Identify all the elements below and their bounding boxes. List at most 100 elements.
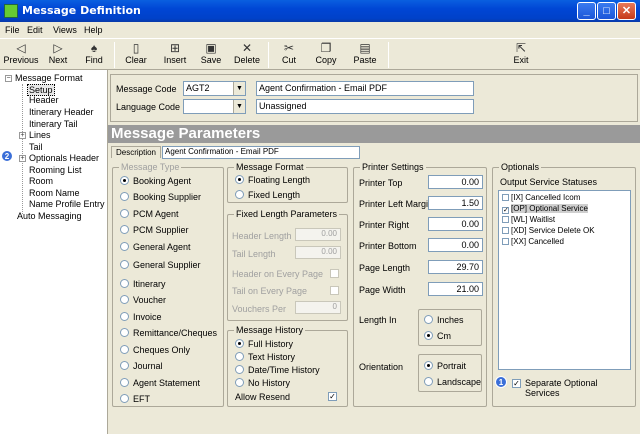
radio-date-time-history[interactable]: Date/Time History — [235, 365, 320, 375]
status-item-op[interactable]: ✓ [OP] Optional Service — [502, 204, 588, 214]
tree-item-auto-messaging[interactable]: Auto Messaging — [17, 211, 82, 221]
status-label: [XX] Cancelled — [511, 237, 564, 246]
status-checkbox[interactable] — [502, 216, 509, 223]
radio-cheques-only[interactable]: Cheques Only — [120, 345, 190, 355]
status-checkbox[interactable] — [502, 238, 509, 245]
radio-eft[interactable]: EFT — [120, 394, 150, 404]
tree-item-lines[interactable]: Lines — [29, 130, 51, 140]
status-checkbox[interactable] — [502, 227, 509, 234]
previous-label: Previous — [3, 55, 39, 65]
vouchers-per-input[interactable]: 0 — [295, 301, 341, 314]
radio-remittance-cheques[interactable]: Remittance/Cheques — [120, 328, 217, 338]
radio-landscape[interactable]: Landscape — [424, 377, 481, 387]
description-field[interactable]: Agent Confirmation - Email PDF — [162, 146, 360, 159]
menu-file[interactable]: File — [5, 25, 20, 35]
copy-button[interactable]: ❐ Copy — [310, 40, 342, 70]
radio-indicator — [424, 377, 433, 386]
tree-item-optionals-header[interactable]: Optionals Header — [29, 153, 99, 163]
menu-help[interactable]: Help — [84, 25, 103, 35]
tree-item-header[interactable]: Header — [29, 95, 59, 105]
radio-portrait[interactable]: Portrait — [424, 361, 466, 371]
insert-button[interactable]: ⊞ Insert — [158, 40, 192, 70]
message-code-description[interactable]: Agent Confirmation - Email PDF — [256, 81, 474, 96]
tail-length-input[interactable]: 0.00 — [295, 246, 341, 259]
collapse-icon[interactable]: − — [5, 75, 12, 82]
radio-text-history[interactable]: Text History — [235, 352, 295, 362]
header-length-input[interactable]: 0.00 — [295, 228, 341, 241]
radio-booking-agent[interactable]: Booking Agent — [120, 176, 191, 186]
delete-button[interactable]: ✕ Delete — [230, 40, 264, 70]
chevron-down-icon[interactable]: ▼ — [233, 100, 245, 113]
paste-button[interactable]: ▤ Paste — [348, 40, 382, 70]
radio-indicator — [235, 175, 244, 184]
radio-full-history[interactable]: Full History — [235, 339, 293, 349]
header-every-page-checkbox[interactable] — [330, 269, 339, 278]
radio-floating-length[interactable]: Floating Length — [235, 175, 310, 185]
tree-item-room-name[interactable]: Room Name — [29, 188, 80, 198]
tab-description[interactable]: Description — [111, 146, 161, 158]
find-button[interactable]: ♠ Find — [78, 40, 110, 70]
exit-button[interactable]: ⇱ Exit — [506, 40, 536, 70]
length-in-label: Length In — [359, 315, 397, 325]
maximize-button[interactable]: □ — [597, 2, 616, 20]
expand-icon[interactable]: + — [19, 132, 26, 139]
status-item-wl[interactable]: [WL] Waitlist — [502, 215, 555, 224]
radio-general-supplier[interactable]: General Supplier — [120, 260, 201, 270]
printer-top-input[interactable]: 0.00 — [428, 175, 483, 189]
separate-optional-services-checkbox[interactable]: ✓ — [512, 379, 521, 388]
radio-agent-statement[interactable]: Agent Statement — [120, 378, 200, 388]
tree-item-tail[interactable]: Tail — [29, 142, 43, 152]
tail-every-page-checkbox[interactable] — [330, 286, 339, 295]
page-width-input[interactable]: 21.00 — [428, 282, 483, 296]
status-item-xd[interactable]: [XD] Service Delete OK — [502, 226, 595, 235]
status-item-ix[interactable]: [IX] Cancelled Icom — [502, 193, 580, 202]
tree-item-itinerary-tail[interactable]: Itinerary Tail — [29, 119, 77, 129]
radio-inches[interactable]: Inches — [424, 315, 464, 325]
service-status-list[interactable]: [IX] Cancelled Icom ✓ [OP] Optional Servi… — [498, 190, 631, 370]
save-button[interactable]: ▣ Save — [196, 40, 226, 70]
message-code-combo[interactable]: AGT2 ▼ — [183, 81, 246, 96]
status-checkbox[interactable]: ✓ — [502, 207, 509, 214]
allow-resend-checkbox[interactable]: ✓ — [328, 392, 337, 401]
close-button[interactable]: ✕ — [617, 2, 636, 20]
clear-button[interactable]: ▯ Clear — [120, 40, 152, 70]
previous-button[interactable]: ◁ Previous — [2, 40, 40, 70]
cut-button[interactable]: ✂ Cut — [274, 40, 304, 70]
language-description[interactable]: Unassigned — [256, 99, 474, 114]
menu-edit[interactable]: Edit — [27, 25, 43, 35]
expand-icon[interactable]: + — [19, 155, 26, 162]
printer-bottom-input[interactable]: 0.00 — [428, 238, 483, 252]
tree-item-itinerary-header[interactable]: Itinerary Header — [29, 107, 94, 117]
callout-badge-1: 1 — [495, 376, 507, 388]
tree-root-message-format[interactable]: Message Format — [15, 73, 83, 83]
radio-no-history[interactable]: No History — [235, 378, 290, 388]
radio-general-agent[interactable]: General Agent — [120, 242, 191, 252]
radio-label: PCM Supplier — [133, 225, 189, 235]
tree-item-rooming-list[interactable]: Rooming List — [29, 165, 82, 175]
status-checkbox[interactable] — [502, 194, 509, 201]
radio-indicator — [120, 192, 129, 201]
printer-left-margin-input[interactable]: 1.50 — [428, 196, 483, 210]
radio-pcm-supplier[interactable]: PCM Supplier — [120, 225, 189, 235]
radio-fixed-length[interactable]: Fixed Length — [235, 190, 300, 200]
radio-itinerary[interactable]: Itinerary — [120, 279, 166, 289]
clear-page-icon: ▯ — [132, 41, 140, 55]
tree-item-name-profile-entry[interactable]: Name Profile Entry — [29, 199, 105, 209]
radio-pcm-agent[interactable]: PCM Agent — [120, 209, 179, 219]
chevron-down-icon[interactable]: ▼ — [233, 82, 245, 95]
printer-right-input[interactable]: 0.00 — [428, 217, 483, 231]
radio-label: Text History — [248, 352, 296, 362]
page-length-input[interactable]: 29.70 — [428, 260, 483, 274]
language-code-combo[interactable]: ▼ — [183, 99, 246, 114]
status-item-xx[interactable]: [XX] Cancelled — [502, 237, 564, 246]
tree-item-room[interactable]: Room — [29, 176, 53, 186]
radio-label: Full History — [248, 339, 294, 349]
radio-journal[interactable]: Journal — [120, 361, 163, 371]
radio-invoice[interactable]: Invoice — [120, 312, 162, 322]
menu-views[interactable]: Views — [53, 25, 77, 35]
next-button[interactable]: ▷ Next — [42, 40, 74, 70]
radio-cm[interactable]: Cm — [424, 331, 451, 341]
radio-voucher[interactable]: Voucher — [120, 295, 166, 305]
minimize-button[interactable]: _ — [577, 2, 596, 20]
radio-booking-supplier[interactable]: Booking Supplier — [120, 192, 201, 202]
